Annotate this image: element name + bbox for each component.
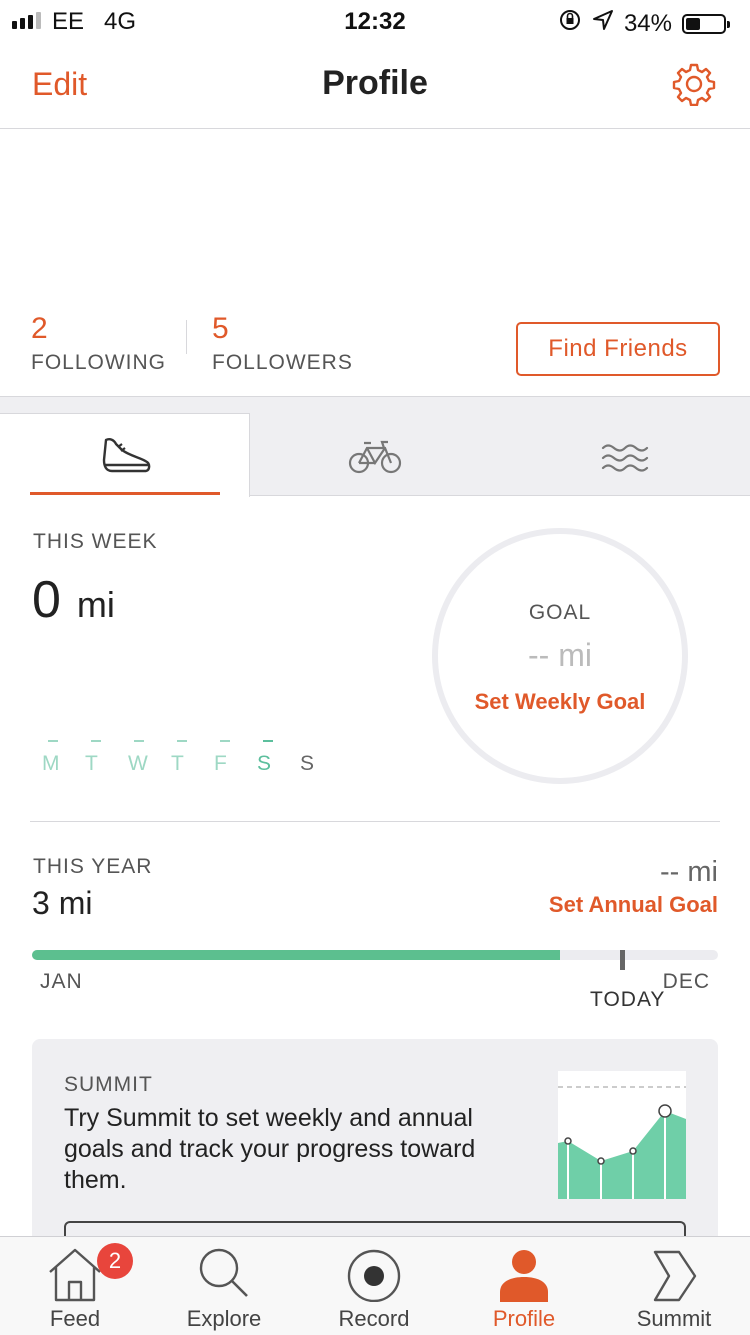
status-bar: EE 4G 12:32 34% xyxy=(0,0,750,42)
followers-count[interactable]: 5 xyxy=(212,312,229,346)
active-tab-indicator xyxy=(30,492,220,495)
day-label: M xyxy=(42,740,85,776)
divider xyxy=(186,320,187,354)
shoe-icon xyxy=(100,432,152,481)
day-label: T xyxy=(85,740,128,776)
annual-progress-bar xyxy=(32,950,718,960)
summit-chart-illustration xyxy=(558,1071,686,1199)
day-label: W xyxy=(128,740,171,776)
tab-label: Profile xyxy=(492,1306,556,1331)
dec-label: DEC xyxy=(662,970,710,993)
search-icon xyxy=(199,1248,248,1297)
day-label: T xyxy=(171,740,214,776)
tab-profile[interactable]: Profile xyxy=(449,1246,599,1331)
day-label: F xyxy=(214,740,257,776)
tab-explore[interactable]: Explore xyxy=(149,1246,299,1331)
location-icon xyxy=(592,9,614,38)
following-label[interactable]: FOLLOWING xyxy=(31,351,166,375)
settings-gear-icon[interactable] xyxy=(672,62,716,111)
jan-label: JAN xyxy=(40,970,83,993)
day-label: S xyxy=(300,752,315,775)
annual-progress-fill xyxy=(32,950,561,960)
set-weekly-goal-link[interactable]: Set Weekly Goal xyxy=(432,689,688,715)
tab-record[interactable]: Record xyxy=(299,1246,449,1331)
tab-swim[interactable] xyxy=(600,436,650,481)
annual-goal-value: -- mi xyxy=(660,856,718,888)
this-week-caption: THIS WEEK xyxy=(33,530,158,553)
following-count[interactable]: 2 xyxy=(31,312,48,346)
home-icon xyxy=(49,1248,101,1302)
followers-label[interactable]: FOLLOWERS xyxy=(212,351,353,375)
person-icon xyxy=(500,1250,548,1302)
nav-bar: Edit Profile xyxy=(0,42,750,129)
battery-icon xyxy=(682,13,730,34)
summit-caption: SUMMIT xyxy=(64,1073,153,1096)
find-friends-button[interactable]: Find Friends xyxy=(516,322,720,376)
goal-label: GOAL xyxy=(528,601,592,624)
set-annual-goal-link[interactable]: Set Annual Goal xyxy=(549,892,718,918)
summit-description: Try Summit to set weekly and annual goal… xyxy=(64,1104,476,1194)
tab-label: Feed xyxy=(49,1306,101,1331)
tab-label: Record xyxy=(338,1306,410,1331)
today-marker xyxy=(620,950,625,970)
week-distance: 0 xyxy=(32,571,61,629)
summit-icon xyxy=(653,1250,697,1302)
tab-summit[interactable]: Summit xyxy=(599,1246,749,1331)
page-title: Profile xyxy=(322,64,428,102)
notification-badge: 2 xyxy=(97,1243,133,1279)
tab-ride[interactable] xyxy=(348,438,402,481)
year-distance: 3 mi xyxy=(32,885,93,921)
rotation-lock-icon xyxy=(558,8,582,39)
goal-value: -- mi xyxy=(528,637,592,673)
battery-percent: 34% xyxy=(623,9,672,37)
day-label: S xyxy=(257,740,300,776)
this-year-caption: THIS YEAR xyxy=(33,855,153,878)
tab-label: Explore xyxy=(186,1306,262,1331)
week-total: 0 mi xyxy=(32,570,115,630)
waves-icon xyxy=(601,444,649,472)
record-icon xyxy=(347,1249,401,1303)
tab-label: Summit xyxy=(636,1306,712,1331)
bike-icon xyxy=(348,440,402,474)
week-unit: mi xyxy=(76,584,115,625)
today-label: TODAY xyxy=(590,988,666,1011)
weekday-strip: M T W T F S S xyxy=(42,740,343,776)
divider xyxy=(30,821,720,822)
tab-feed[interactable]: 2 Feed xyxy=(0,1243,150,1331)
